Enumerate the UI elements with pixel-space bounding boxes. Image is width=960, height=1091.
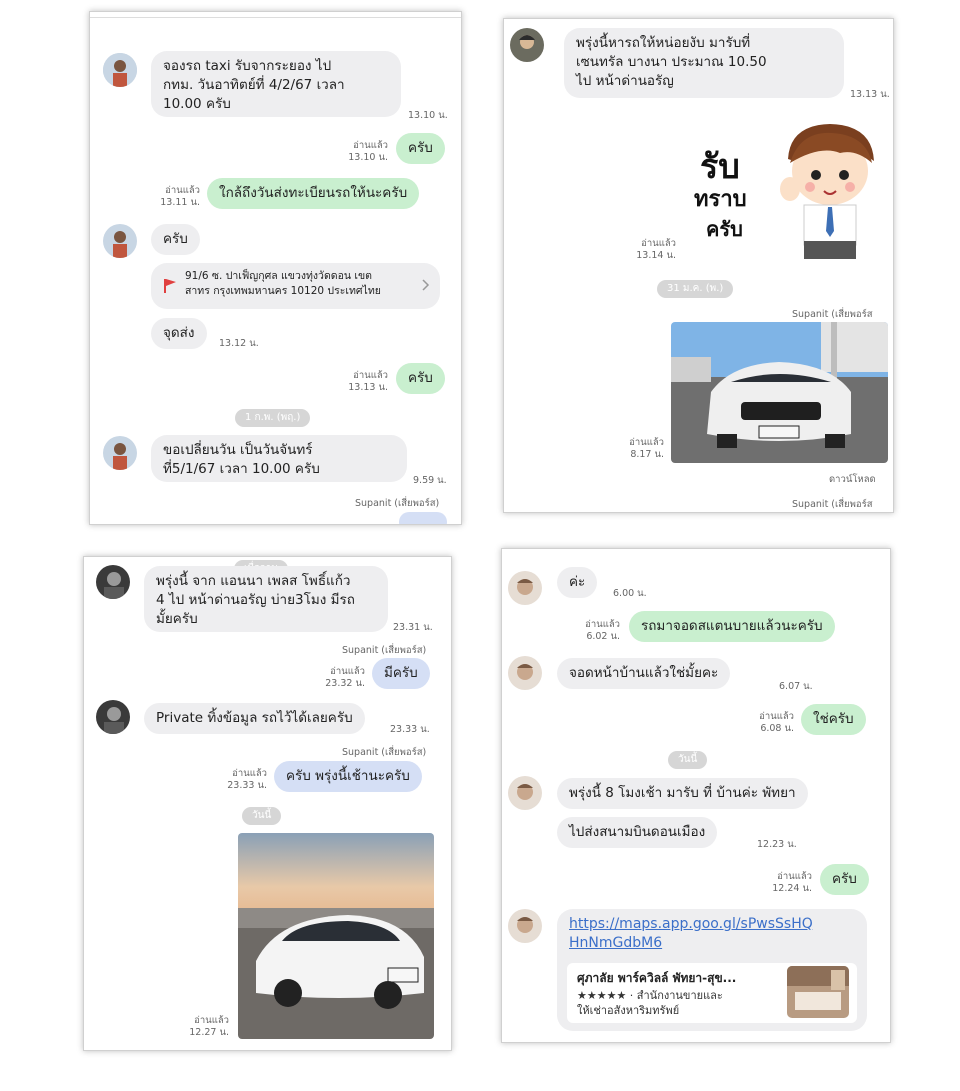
avatar[interactable] bbox=[508, 656, 542, 690]
car-photo[interactable] bbox=[671, 322, 888, 463]
message-bubble[interactable]: จุดส่ง bbox=[151, 318, 207, 349]
message-bubble[interactable]: ครับ bbox=[396, 133, 445, 164]
sender-name: Supanit (เสี่ยพอร์ส) bbox=[342, 645, 427, 656]
timestamp: 6.00 น. bbox=[613, 588, 647, 599]
character-icon bbox=[780, 124, 874, 259]
chat-panel-1: จองรถ taxi รับจากระยอง ไป กทม. วันอาทิตย… bbox=[89, 11, 462, 525]
message-bubble[interactable]: ใกล้ถึงวันส่งทะเบียนรถให้นะครับ bbox=[207, 178, 420, 209]
car-photo[interactable] bbox=[238, 833, 434, 1039]
message-bubble[interactable]: ครับ พรุ่งนี้เช้านะครับ bbox=[274, 761, 422, 792]
read-receipt: อ่านแล้ว 8.17 น. bbox=[629, 437, 664, 460]
date-divider: 1 ก.พ. (พฤ.) bbox=[235, 409, 311, 427]
timestamp: 9.59 น. bbox=[413, 475, 447, 486]
sender-name: Supanit (เสี่ยพอร์ส) bbox=[342, 747, 427, 758]
sender-name: Supanit (เสี่ยพอร์ส bbox=[792, 309, 873, 320]
avatar[interactable] bbox=[510, 28, 544, 62]
message-bubble[interactable]: Private ทิ้งข้อมูล รถไว้ได้เลยครับ bbox=[144, 703, 365, 734]
timestamp: 12.23 น. bbox=[757, 839, 797, 850]
avatar[interactable] bbox=[103, 53, 137, 87]
place-preview[interactable]: ศุภาลัย พาร์ควิลล์ พัทยา-สุข... ★★★★★ · … bbox=[567, 963, 857, 1023]
sender-name: Supanit (เสี่ยพอร์ส) bbox=[355, 498, 440, 509]
avatar[interactable] bbox=[96, 565, 130, 599]
date-divider: วันนี้ bbox=[668, 751, 708, 769]
sticker-text: ครับ bbox=[706, 217, 743, 241]
message-bubble[interactable]: ครับ bbox=[820, 864, 869, 895]
flag-icon bbox=[164, 279, 176, 293]
sender-name: Supanit (เสี่ยพอร์ส bbox=[792, 499, 873, 510]
place-description: ★★★★★ · สำนักงานขายและ ให้เช่าอสังหาริมท… bbox=[577, 989, 723, 1017]
message-bubble[interactable]: ไปส่งสนามบินดอนเมือง bbox=[557, 817, 718, 848]
sticker: รับ ทราบ ครับ bbox=[692, 119, 892, 269]
message-bubble[interactable]: จองรถ taxi รับจากระยอง ไป กทม. วันอาทิตย… bbox=[151, 51, 401, 117]
read-receipt: อ่านแล้ว 23.33 น. bbox=[227, 768, 267, 791]
chevron-right-icon bbox=[422, 279, 430, 291]
read-receipt: อ่านแล้ว 12.24 น. bbox=[772, 871, 812, 894]
read-receipt: อ่านแล้ว 6.02 น. bbox=[585, 619, 620, 642]
download-link[interactable]: ดาวน์โหลด bbox=[829, 472, 876, 487]
timestamp: 13.13 น. bbox=[850, 89, 890, 100]
avatar[interactable] bbox=[508, 909, 542, 943]
place-title: ศุภาลัย พาร์ควิลล์ พัทยา-สุข... bbox=[577, 971, 737, 985]
message-bubble[interactable]: ครับ bbox=[396, 363, 445, 394]
chat-panel-3: เมื่อวาน พรุ่งนี้ จาก แอนนา เพลส โพธิ์แก… bbox=[83, 556, 452, 1051]
message-bubble[interactable]: จอดหน้าบ้านแล้วใช่มั้ยคะ bbox=[557, 658, 731, 689]
read-receipt: อ่านแล้ว 6.08 น. bbox=[759, 711, 794, 734]
read-receipt: อ่านแล้ว 12.27 น. bbox=[189, 1015, 229, 1038]
message-bubble[interactable]: พรุ่งนี้หารถให้หน่อยงับ มารับที่ เซนทรัล… bbox=[564, 28, 844, 98]
message-bubble[interactable]: มีครับ bbox=[372, 658, 430, 689]
timestamp: 13.10 น. bbox=[408, 110, 448, 121]
read-receipt: อ่านแล้ว 13.13 น. bbox=[348, 370, 388, 393]
date-divider: วันนี้ bbox=[242, 807, 282, 825]
link-preview-card[interactable]: https://maps.app.goo.gl/sPwsSsHQ HnNmGdb… bbox=[557, 909, 867, 1031]
message-bubble[interactable]: ครับ bbox=[151, 224, 200, 255]
message-bubble-partial bbox=[399, 512, 447, 524]
avatar[interactable] bbox=[96, 700, 130, 734]
message-bubble[interactable]: พรุ่งนี้ จาก แอนนา เพลส โพธิ์แก้ว 4 ไป ห… bbox=[144, 566, 388, 632]
read-receipt: อ่านแล้ว 13.14 น. bbox=[636, 238, 676, 261]
read-receipt: อ่านแล้ว 23.32 น. bbox=[325, 666, 365, 689]
read-receipt: อ่านแล้ว 13.10 น. bbox=[348, 140, 388, 163]
avatar[interactable] bbox=[508, 571, 542, 605]
chat-panel-2: พรุ่งนี้หารถให้หน่อยงับ มารับที่ เซนทรัล… bbox=[503, 18, 894, 513]
location-card[interactable]: 91/6 ซ. ปาเฟ็ญกุศล แขวงทุ่งวัดดอน เขต สา… bbox=[151, 263, 440, 309]
maps-link[interactable]: https://maps.app.goo.gl/sPwsSsHQ HnNmGdb… bbox=[569, 915, 855, 953]
place-thumbnail bbox=[787, 966, 849, 1018]
message-bubble[interactable]: รถมาจอดสแตนบายแล้วนะครับ bbox=[629, 611, 835, 642]
avatar[interactable] bbox=[508, 776, 542, 810]
message-bubble[interactable]: ใช่ครับ bbox=[801, 704, 866, 735]
timestamp: 13.12 น. bbox=[219, 338, 259, 349]
top-divider bbox=[90, 17, 461, 18]
timestamp: 23.31 น. bbox=[393, 622, 433, 633]
message-bubble[interactable]: พรุ่งนี้ 8 โมงเช้า มารับ ที่ บ้านค่ะ พัท… bbox=[557, 778, 808, 809]
timestamp: 6.07 น. bbox=[779, 681, 813, 692]
sticker-text: ทราบ bbox=[694, 187, 747, 212]
date-divider: 31 ม.ค. (พ.) bbox=[657, 280, 734, 298]
read-receipt: อ่านแล้ว 13.11 น. bbox=[160, 185, 200, 208]
message-bubble[interactable]: ค่ะ bbox=[557, 567, 598, 598]
timestamp: 23.33 น. bbox=[390, 724, 430, 735]
avatar[interactable] bbox=[103, 224, 137, 258]
message-bubble[interactable]: ขอเปลี่ยนวัน เป็นวันจันทร์ ที่5/1/67 เวล… bbox=[151, 435, 407, 482]
chat-panel-4: ค่ะ 6.00 น. อ่านแล้ว 6.02 น. รถมาจอดสแตนบ… bbox=[501, 548, 891, 1043]
avatar[interactable] bbox=[103, 436, 137, 470]
